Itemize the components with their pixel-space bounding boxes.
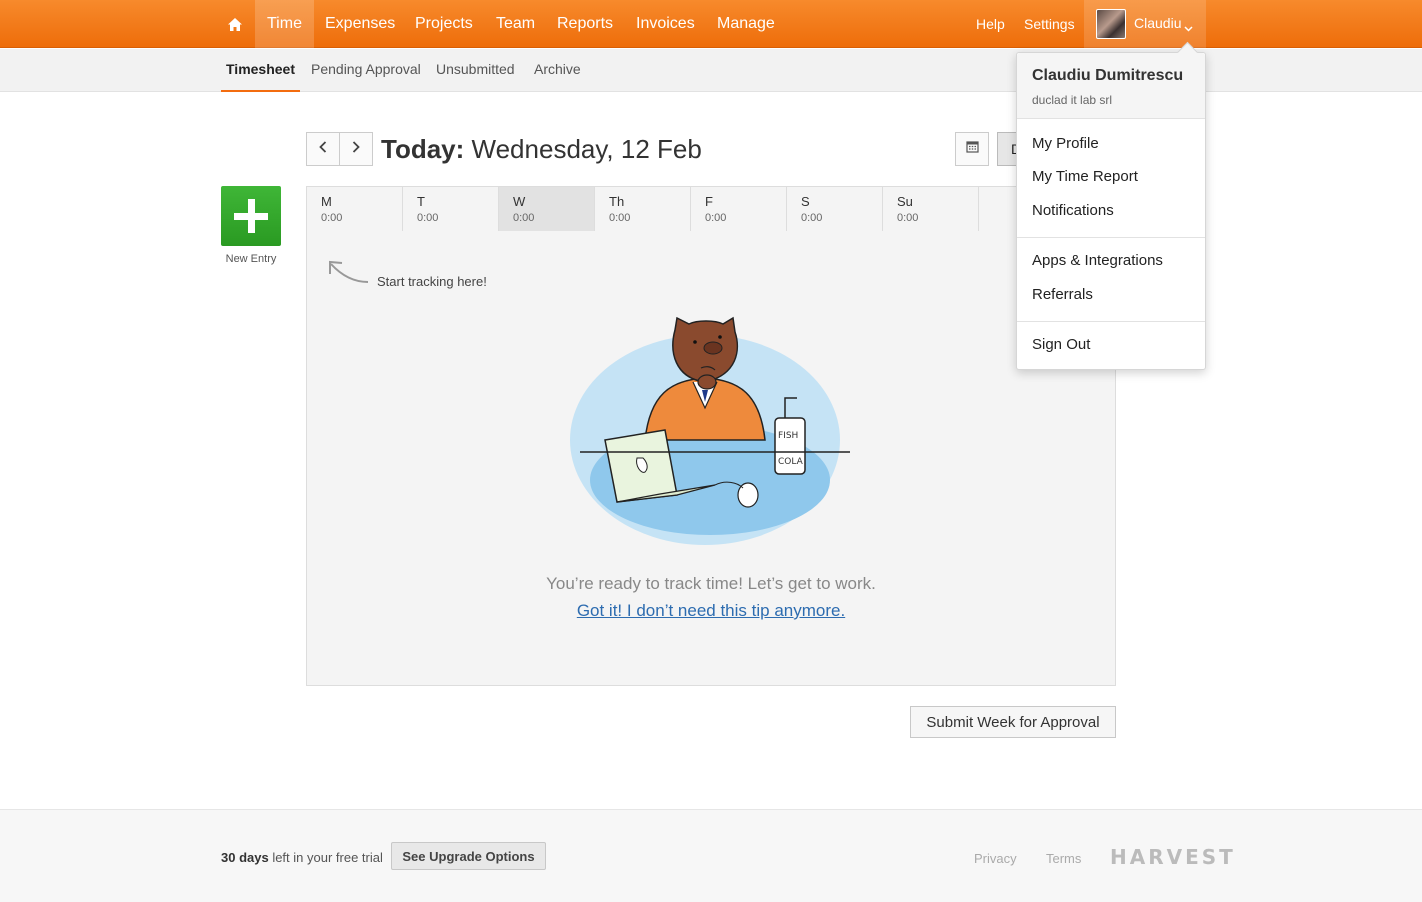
calendar-button[interactable] <box>955 132 989 166</box>
day-total: 0:00 <box>321 212 343 224</box>
home-icon[interactable] <box>218 0 252 48</box>
chevron-down-icon <box>1184 19 1193 35</box>
day-name: Su <box>897 194 913 209</box>
top-nav: Time Expenses Projects Team Reports Invo… <box>0 0 1422 48</box>
curved-arrow-icon <box>326 258 372 291</box>
help-link[interactable]: Help <box>976 0 1005 48</box>
menu-notifications[interactable]: Notifications <box>1032 202 1114 219</box>
page-title: Today: Wednesday, 12 Feb <box>381 131 702 167</box>
day-wednesday[interactable]: W 0:00 <box>499 187 595 231</box>
submit-week-button[interactable]: Submit Week for Approval <box>910 706 1116 738</box>
user-dropdown-menu: Claudiu Dumitrescu duclad it lab srl My … <box>1016 52 1206 370</box>
user-menu-button[interactable]: Claudiu <box>1084 0 1206 48</box>
nav-team[interactable]: Team <box>484 0 547 48</box>
calendar-icon <box>965 140 979 158</box>
day-name: S <box>801 194 810 209</box>
nav-projects[interactable]: Projects <box>403 0 485 48</box>
previous-day-button[interactable] <box>306 132 340 166</box>
nav-time[interactable]: Time <box>255 0 314 48</box>
nav-manage[interactable]: Manage <box>705 0 787 48</box>
nav-reports[interactable]: Reports <box>545 0 625 48</box>
trial-text: left in your free trial <box>268 850 383 865</box>
day-friday[interactable]: F 0:00 <box>691 187 787 231</box>
menu-apps-integrations[interactable]: Apps & Integrations <box>1032 252 1163 269</box>
nav-expenses[interactable]: Expenses <box>313 0 407 48</box>
svg-text:FISH: FISH <box>778 431 798 441</box>
day-saturday[interactable]: S 0:00 <box>787 187 883 231</box>
day-tuesday[interactable]: T 0:00 <box>403 187 499 231</box>
next-day-button[interactable] <box>339 132 373 166</box>
menu-divider <box>1017 237 1205 238</box>
today-label: Today: <box>381 134 465 164</box>
tab-timesheet[interactable]: Timesheet <box>221 49 300 92</box>
user-full-name: Claudiu Dumitrescu <box>1032 67 1184 84</box>
nav-invoices[interactable]: Invoices <box>624 0 707 48</box>
day-sunday[interactable]: Su 0:00 <box>883 187 979 231</box>
dismiss-tip-link[interactable]: Got it! I don’t need this tip anymore. <box>577 601 845 620</box>
ready-message: You’re ready to track time! Let’s get to… <box>546 574 876 593</box>
day-name: W <box>513 194 526 209</box>
day-name: M <box>321 194 332 209</box>
day-thursday[interactable]: Th 0:00 <box>595 187 691 231</box>
day-total: 0:00 <box>705 212 727 224</box>
svg-text:COLA: COLA <box>778 457 804 467</box>
company-name: duclad it lab srl <box>1032 93 1113 107</box>
sub-nav: Timesheet Pending Approval Unsubmitted A… <box>0 49 1422 92</box>
chevron-left-icon <box>319 140 327 158</box>
trial-notice: 30 days left in your free trial <box>221 850 383 865</box>
bear-illustration: FISH COLA <box>565 290 855 555</box>
day-total: 0:00 <box>801 212 823 224</box>
upgrade-options-button[interactable]: See Upgrade Options <box>391 842 546 870</box>
menu-referrals[interactable]: Referrals <box>1032 286 1093 303</box>
harvest-logo[interactable]: HARVEST <box>1110 845 1236 869</box>
trial-days: 30 days <box>221 850 269 865</box>
current-date: Wednesday, 12 Feb <box>471 134 702 164</box>
day-total: 0:00 <box>417 212 439 224</box>
day-total: 0:00 <box>897 212 919 224</box>
avatar <box>1096 9 1126 39</box>
user-name: Claudiu <box>1134 15 1182 31</box>
new-entry-label: New Entry <box>225 253 277 265</box>
settings-link[interactable]: Settings <box>1024 0 1075 48</box>
tab-pending-approval[interactable]: Pending Approval <box>311 49 421 92</box>
tab-unsubmitted[interactable]: Unsubmitted <box>436 49 515 92</box>
dismiss-tip-wrapper: Got it! I don’t need this tip anymore. <box>306 601 1116 621</box>
day-name: T <box>417 194 425 209</box>
menu-my-profile[interactable]: My Profile <box>1032 135 1099 152</box>
privacy-link[interactable]: Privacy <box>974 851 1017 866</box>
chevron-right-icon <box>352 140 360 158</box>
dropdown-header: Claudiu Dumitrescu duclad it lab srl <box>1017 53 1205 119</box>
tab-archive[interactable]: Archive <box>534 49 581 92</box>
start-tracking-hint: Start tracking here! <box>377 274 487 289</box>
day-name: Th <box>609 194 625 209</box>
day-monday[interactable]: M 0:00 <box>307 187 403 231</box>
day-name: F <box>705 194 713 209</box>
menu-my-time-report[interactable]: My Time Report <box>1032 168 1138 185</box>
menu-sign-out[interactable]: Sign Out <box>1032 336 1090 353</box>
new-entry-button[interactable] <box>221 186 281 246</box>
week-bar: M 0:00 T 0:00 W 0:00 Th 0:00 F 0:00 S 0:… <box>306 186 1116 232</box>
day-total: 0:00 <box>513 212 535 224</box>
day-total: 0:00 <box>609 212 631 224</box>
terms-link[interactable]: Terms <box>1046 851 1081 866</box>
menu-divider <box>1017 321 1205 322</box>
